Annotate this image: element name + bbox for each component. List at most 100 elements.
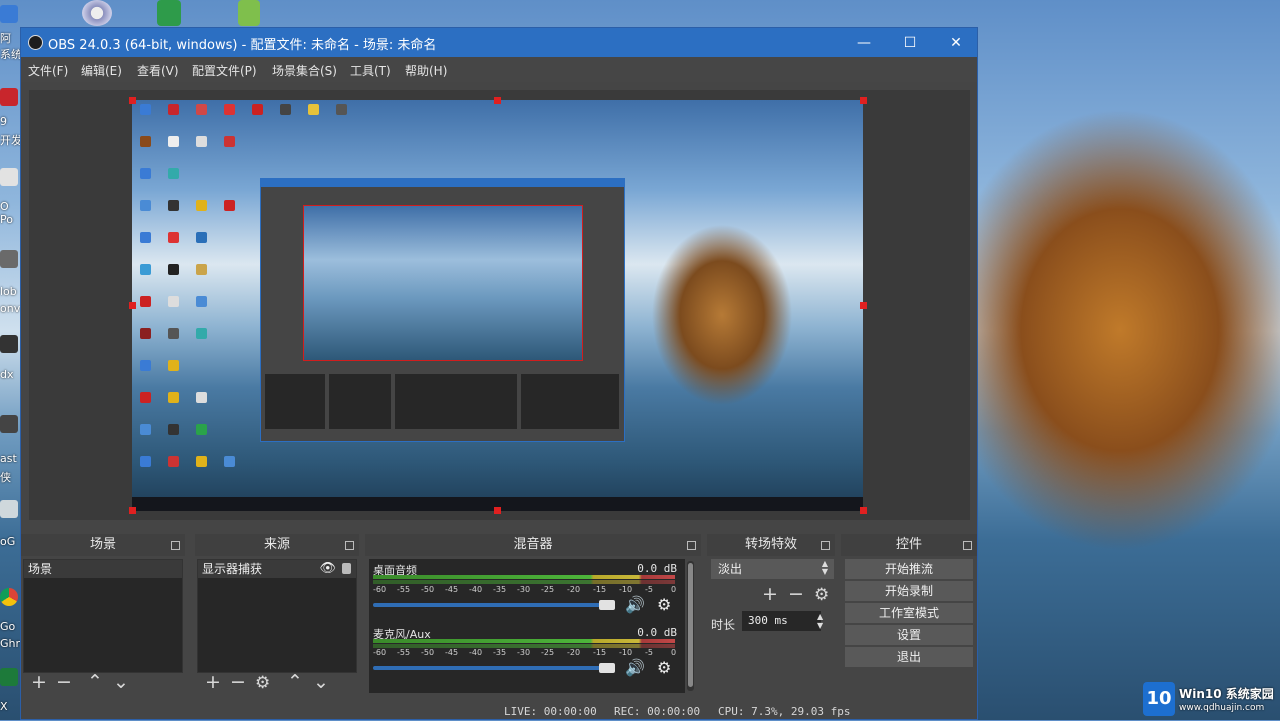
- add-transition-button[interactable]: +: [762, 583, 778, 605]
- sources-dock-title: 来源: [263, 537, 290, 552]
- desktop-icon: [168, 168, 179, 179]
- audio-settings-gear-icon[interactable]: ⚙: [657, 595, 671, 614]
- remove-source-button[interactable]: −: [230, 671, 246, 693]
- scale-tick-label: -5: [645, 648, 653, 657]
- source-item[interactable]: 显示器捕获 👁: [198, 560, 356, 578]
- duration-spin-icon[interactable]: ▲ ▼: [817, 612, 823, 630]
- resize-handle[interactable]: [860, 97, 867, 104]
- scale-tick-label: -10: [619, 585, 633, 594]
- move-source-down-button[interactable]: ⌄: [313, 671, 329, 693]
- menu-tools[interactable]: 工具(T): [350, 62, 391, 79]
- settings-button[interactable]: 设置: [845, 625, 973, 645]
- scale-tick-label: -15: [593, 648, 607, 657]
- watermark-logo: 10: [1143, 682, 1175, 716]
- dock-float-icon[interactable]: [171, 541, 180, 550]
- desktop-icon[interactable]: [0, 668, 18, 686]
- preview-area[interactable]: [29, 90, 970, 520]
- desktop-icon[interactable]: [0, 415, 18, 433]
- exit-button[interactable]: 退出: [845, 647, 973, 667]
- desktop-icon[interactable]: [0, 500, 18, 518]
- add-source-button[interactable]: +: [205, 671, 221, 693]
- resize-handle[interactable]: [860, 507, 867, 514]
- speaker-mute-icon[interactable]: 🔊: [625, 658, 645, 677]
- move-scene-down-button[interactable]: ⌄: [113, 671, 129, 693]
- volume-slider[interactable]: [373, 666, 607, 670]
- resize-handle[interactable]: [494, 97, 501, 104]
- desktop-icon: [140, 424, 151, 435]
- volume-slider[interactable]: [373, 603, 607, 607]
- lock-icon[interactable]: [342, 563, 351, 574]
- mixer-scrollbar[interactable]: [687, 561, 694, 691]
- source-properties-gear-icon[interactable]: ⚙: [255, 673, 270, 693]
- menu-scene-collection[interactable]: 场景集合(S): [272, 62, 337, 79]
- minimize-button[interactable]: —: [841, 28, 887, 57]
- chrome-icon[interactable]: [0, 588, 18, 606]
- desktop-icon[interactable]: [82, 0, 112, 26]
- desktop-icon[interactable]: [157, 0, 181, 26]
- menu-profile[interactable]: 配置文件(P): [192, 62, 257, 79]
- scale-tick-label: -20: [567, 648, 581, 657]
- speaker-mute-icon[interactable]: 🔊: [625, 595, 645, 614]
- scene-item[interactable]: 场景: [24, 560, 182, 578]
- sources-list[interactable]: 显示器捕获 👁: [197, 559, 357, 673]
- menu-help[interactable]: 帮助(H): [405, 62, 447, 79]
- desktop-icon[interactable]: [0, 250, 18, 268]
- start-recording-button[interactable]: 开始录制: [845, 581, 973, 601]
- audio-meter: [373, 580, 675, 584]
- remove-scene-button[interactable]: −: [56, 671, 72, 693]
- menu-edit[interactable]: 编辑(E): [81, 62, 122, 79]
- desktop-icon: [168, 200, 179, 211]
- scenes-list[interactable]: 场景: [23, 559, 183, 673]
- obs-window: OBS 24.0.3 (64-bit, windows) - 配置文件: 未命名…: [20, 27, 978, 720]
- resize-handle[interactable]: [129, 507, 136, 514]
- add-scene-button[interactable]: +: [31, 671, 47, 693]
- desktop-icon[interactable]: [0, 88, 18, 106]
- remove-transition-button[interactable]: −: [788, 583, 804, 605]
- menu-view[interactable]: 查看(V): [137, 62, 179, 79]
- dock-float-icon[interactable]: [687, 541, 696, 550]
- cpu-fps: CPU: 7.3%, 29.03 fps: [718, 705, 851, 718]
- sources-dock: 来源 显示器捕获 👁 + − ⚙ ⌃ ⌄: [195, 534, 359, 696]
- dock-float-icon[interactable]: [821, 541, 830, 550]
- menu-file[interactable]: 文件(F): [28, 62, 68, 79]
- scale-tick-label: -35: [493, 648, 507, 657]
- visibility-eye-icon[interactable]: 👁: [319, 560, 336, 578]
- move-scene-up-button[interactable]: ⌃: [87, 671, 103, 693]
- desktop-icon: [168, 392, 179, 403]
- dock-float-icon[interactable]: [963, 541, 972, 550]
- scrollbar-thumb[interactable]: [688, 563, 693, 687]
- title-bar[interactable]: OBS 24.0.3 (64-bit, windows) - 配置文件: 未命名…: [21, 28, 977, 57]
- start-streaming-button[interactable]: 开始推流: [845, 559, 973, 579]
- close-button[interactable]: ✕: [933, 28, 979, 57]
- resize-handle[interactable]: [129, 302, 136, 309]
- desktop-icon[interactable]: [0, 5, 18, 23]
- studio-mode-button[interactable]: 工作室模式: [845, 603, 973, 623]
- maximize-button[interactable]: ☐: [887, 28, 933, 57]
- transition-select-value: 淡出: [718, 562, 743, 576]
- resize-handle[interactable]: [494, 507, 501, 514]
- desktop-label: onv: [0, 302, 21, 315]
- audio-settings-gear-icon[interactable]: ⚙: [657, 658, 671, 677]
- preview-canvas[interactable]: [132, 100, 863, 511]
- scale-tick-label: -60: [373, 585, 387, 594]
- desktop-icon: [168, 328, 179, 339]
- volume-slider-knob[interactable]: [599, 600, 615, 610]
- desktop-icon[interactable]: [0, 335, 18, 353]
- dock-float-icon[interactable]: [345, 541, 354, 550]
- resize-handle[interactable]: [129, 97, 136, 104]
- desktop-icon[interactable]: [0, 168, 18, 186]
- duration-input[interactable]: 300 ms: [742, 611, 821, 631]
- move-source-up-button[interactable]: ⌃: [287, 671, 303, 693]
- audio-meter: [373, 575, 675, 579]
- desktop-icon: [224, 136, 235, 147]
- resize-handle[interactable]: [860, 302, 867, 309]
- desktop-label: 阿: [0, 32, 11, 45]
- transition-select[interactable]: 淡出 ▲ ▼: [711, 559, 834, 579]
- desktop-icon: [196, 136, 207, 147]
- scale-tick-label: -30: [517, 648, 531, 657]
- desktop-icon[interactable]: [238, 0, 260, 26]
- transition-properties-gear-icon[interactable]: ⚙: [814, 585, 829, 605]
- volume-slider-knob[interactable]: [599, 663, 615, 673]
- mixer-channel-level: 0.0 dB: [637, 626, 677, 639]
- watermark-title: Win10 系统家园: [1179, 687, 1274, 701]
